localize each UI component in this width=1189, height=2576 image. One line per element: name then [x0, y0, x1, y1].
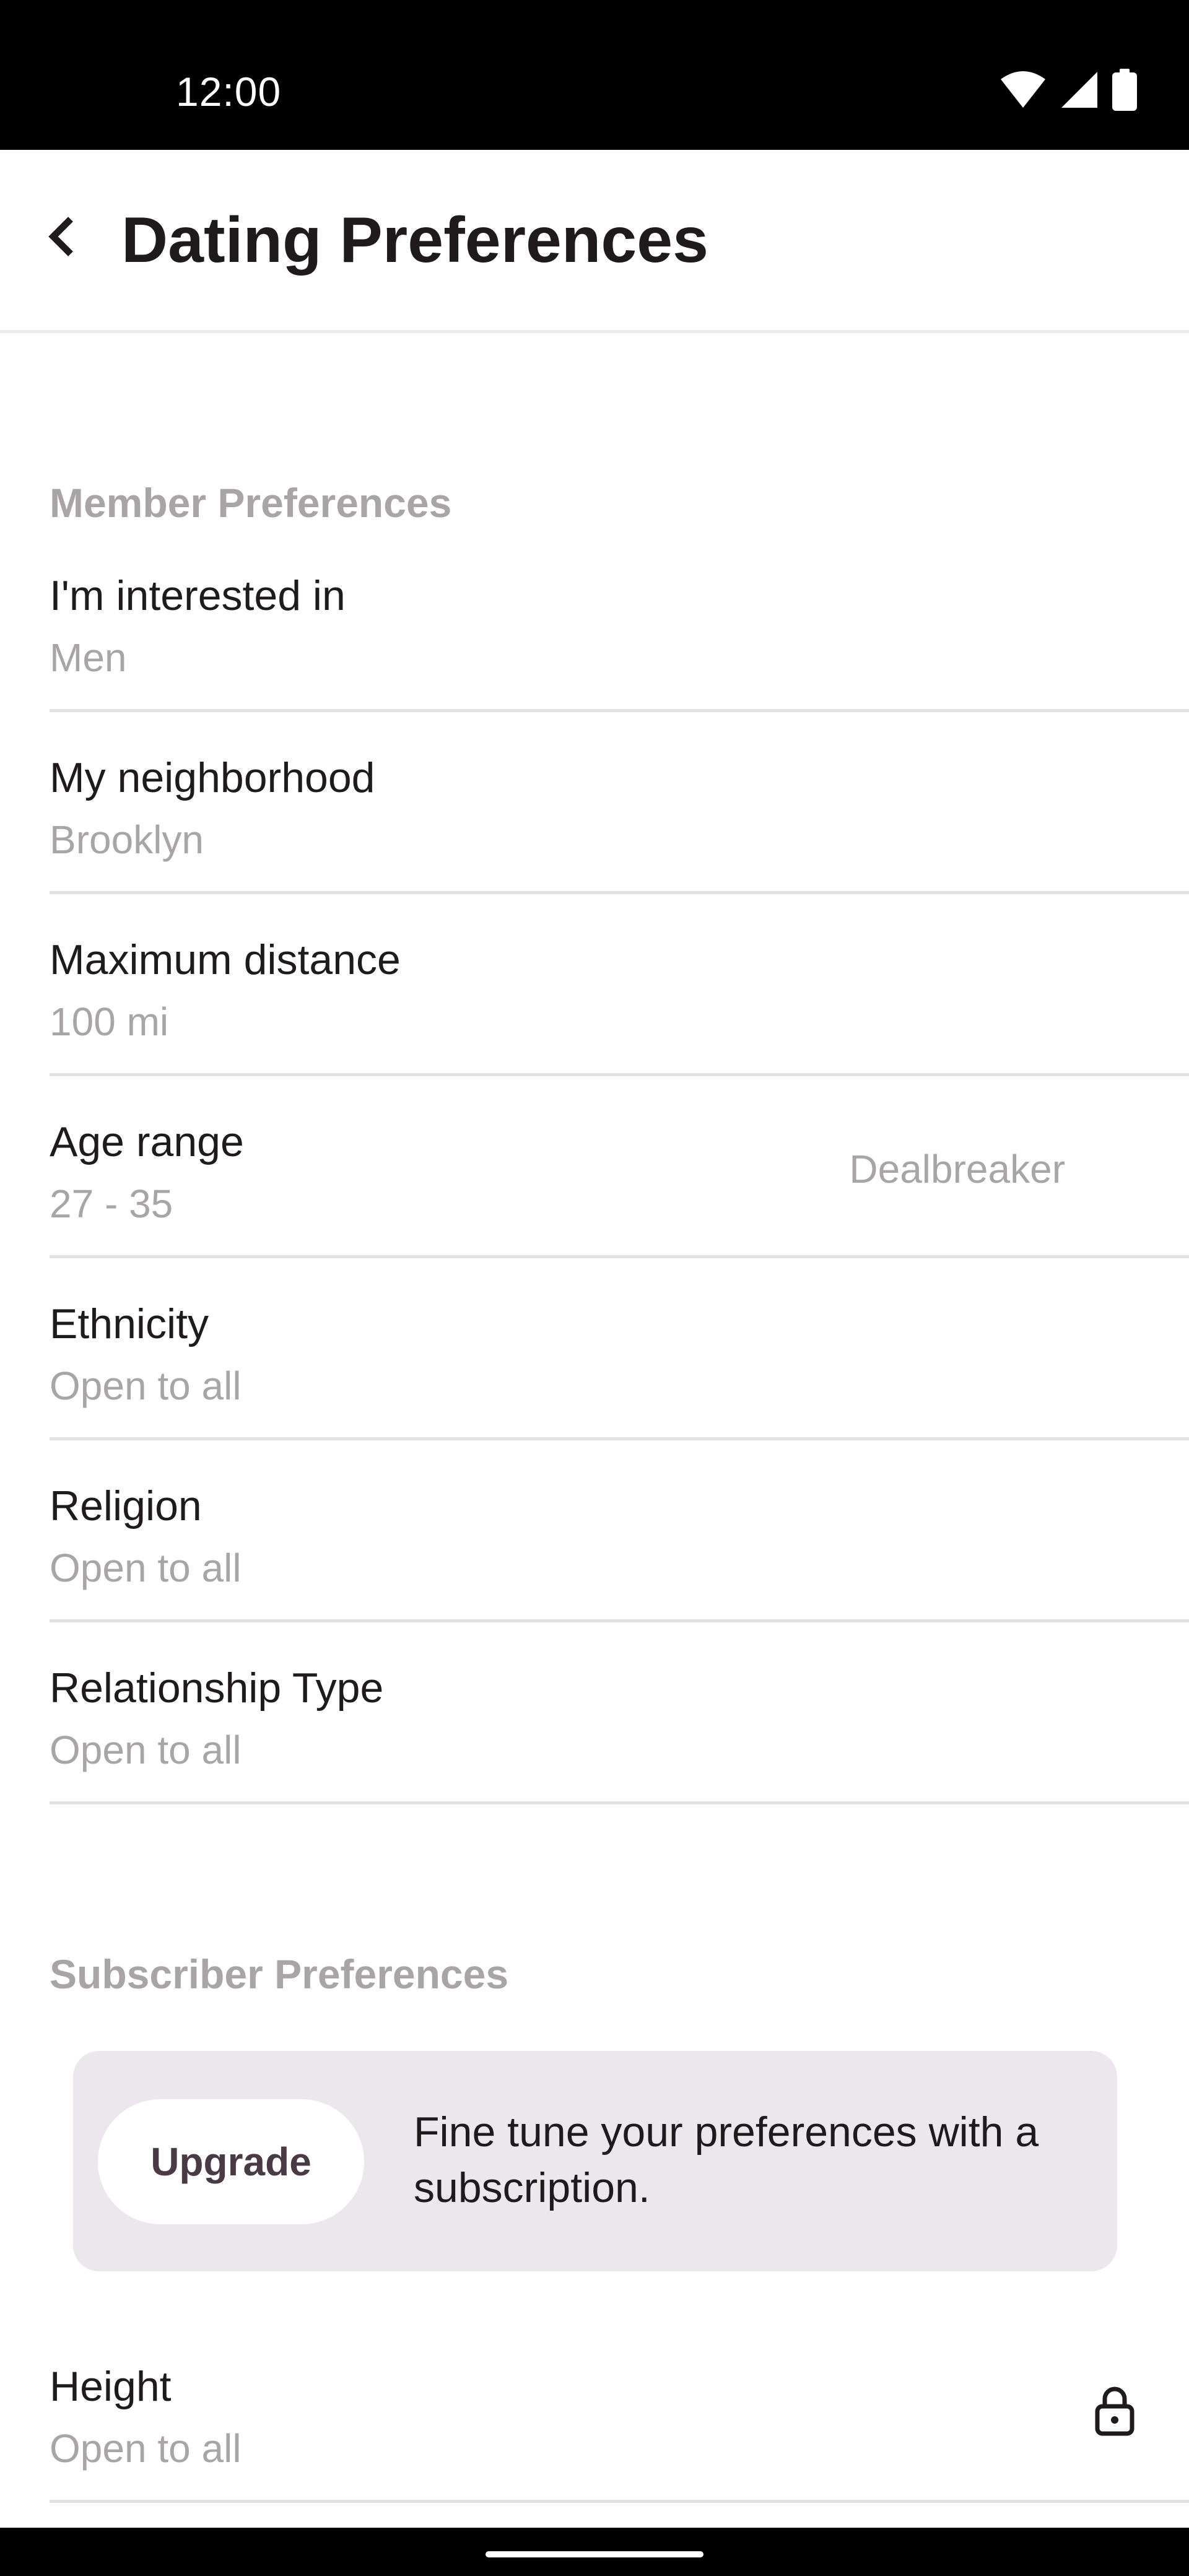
pref-label: Ethnicity — [50, 1300, 209, 1347]
member-preferences-heading: Member Preferences — [50, 480, 452, 526]
upgrade-button[interactable]: Upgrade — [98, 2099, 364, 2224]
pref-value: Open to all — [50, 2426, 242, 2471]
pref-label: My neighborhood — [50, 754, 375, 801]
pref-value: 100 mi — [50, 999, 169, 1044]
home-indicator[interactable] — [486, 2551, 703, 2557]
pref-value: Men — [50, 635, 127, 680]
pref-row-height[interactable]: Height Open to all — [50, 2321, 1189, 2503]
pref-row-maximum-distance[interactable]: Maximum distance 100 mi — [50, 894, 1189, 1076]
pref-row-interested-in[interactable]: I'm interested in Men — [50, 530, 1189, 712]
dealbreaker-tag: Dealbreaker — [849, 1147, 1065, 1191]
status-bar: 12:00 — [0, 0, 1189, 150]
pref-row-religion[interactable]: Religion Open to all — [50, 1440, 1189, 1622]
pref-value: Brooklyn — [50, 817, 204, 862]
back-button[interactable] — [37, 212, 87, 261]
pref-label: Maximum distance — [50, 936, 401, 983]
chevron-left-icon — [48, 217, 73, 256]
upgrade-description: Fine tune your preferences with a subscr… — [414, 2108, 1039, 2211]
signal-icon — [1061, 72, 1097, 108]
pref-value: Open to all — [50, 1728, 242, 1772]
wifi-icon — [1001, 71, 1045, 108]
pref-value: Open to all — [50, 1546, 242, 1590]
navigation-bar — [0, 2528, 1189, 2576]
subscriber-preferences-heading: Subscriber Preferences — [50, 1951, 509, 1997]
pref-row-neighborhood[interactable]: My neighborhood Brooklyn — [50, 712, 1189, 894]
pref-label: I'm interested in — [50, 572, 346, 619]
pref-value: Open to all — [50, 1364, 242, 1408]
pref-row-ethnicity[interactable]: Ethnicity Open to all — [50, 1258, 1189, 1440]
lock-icon — [1095, 2387, 1135, 2436]
pref-label: Relationship Type — [50, 1664, 384, 1712]
pref-label: Religion — [50, 1482, 202, 1530]
pref-row-relationship-type[interactable]: Relationship Type Open to all — [50, 1622, 1189, 1804]
status-time: 12:00 — [176, 69, 282, 115]
pref-row-age-range[interactable]: Age range 27 - 35 Dealbreaker — [50, 1076, 1189, 1258]
upgrade-card: Upgrade Fine tune your preferences with … — [73, 2051, 1117, 2271]
battery-icon — [1112, 69, 1137, 111]
page-title: Dating Preferences — [121, 204, 708, 276]
pref-value: 27 - 35 — [50, 1181, 173, 1226]
pref-label: Height — [50, 2363, 172, 2410]
status-icons — [1000, 68, 1137, 111]
pref-label: Age range — [50, 1118, 244, 1165]
app-header: Dating Preferences — [0, 150, 1189, 333]
